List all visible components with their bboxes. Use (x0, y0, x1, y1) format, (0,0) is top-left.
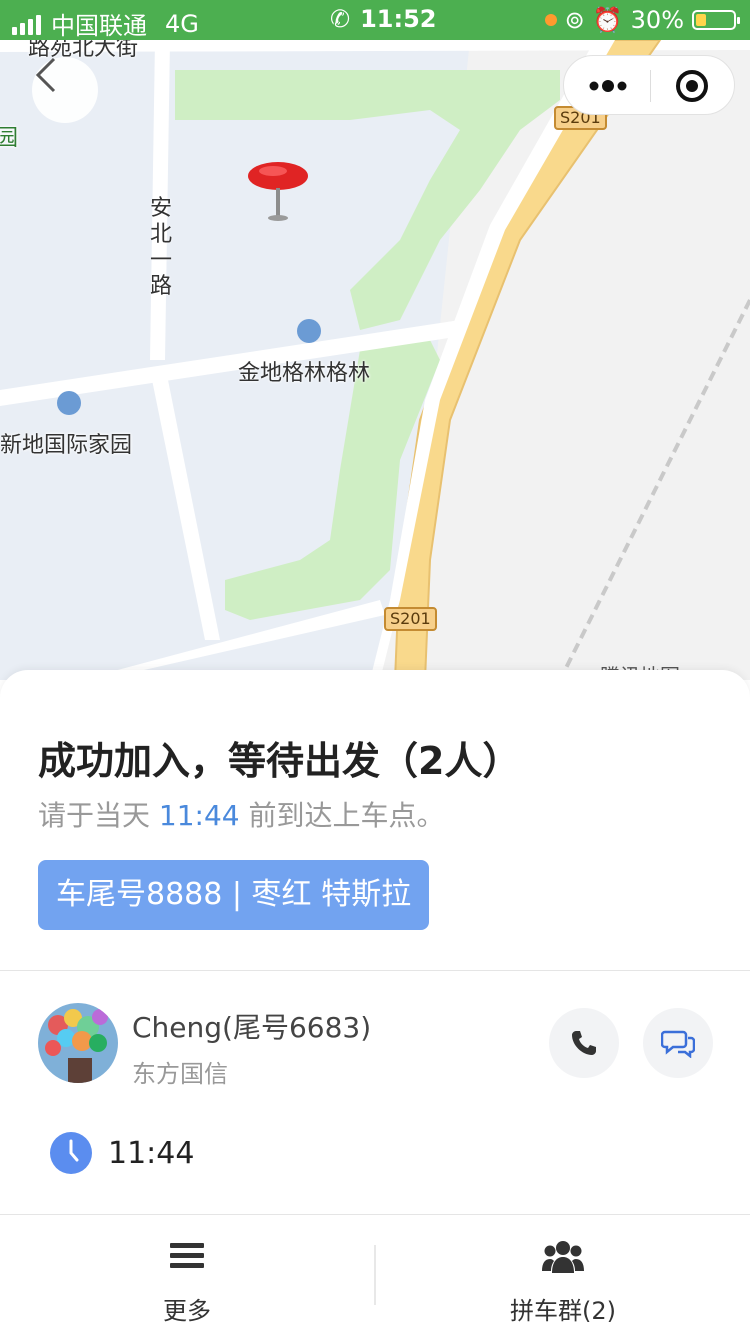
arrival-suffix: 前到达上车点。 (248, 799, 445, 832)
departure-time-row: 11:44 (50, 1132, 194, 1174)
trip-status-card: 成功加入，等待出发（2人） 请于当天 11:44 前到达上车点。 车尾号8888… (0, 670, 750, 1215)
map-label-left-edge: 园 (0, 126, 19, 151)
map-label-road: 安北一路 (150, 196, 173, 299)
carpool-group-tab[interactable]: 拼车群(2) (376, 1215, 750, 1335)
clock-time: 11:52 (360, 5, 437, 33)
map-canvas (0, 40, 750, 680)
target-icon[interactable] (674, 68, 710, 104)
battery-percent: 30% (630, 6, 684, 34)
carrier-name: 中国联通 (51, 12, 147, 40)
capsule-divider (650, 70, 651, 102)
avatar[interactable] (38, 1003, 118, 1083)
phone-icon (572, 1031, 596, 1055)
phone-call-icon: ✆ (330, 5, 351, 33)
status-title: 成功加入，等待出发（2人） (38, 739, 521, 783)
highway-badge-bottom: S201 (384, 607, 437, 631)
arrival-instruction: 请于当天 11:44 前到达上车点。 (38, 794, 445, 834)
clock-icon (50, 1132, 92, 1174)
recording-dot-icon (544, 14, 557, 26)
divider (0, 970, 750, 971)
network-type: 4G (165, 9, 199, 38)
departure-time: 11:44 (108, 1135, 195, 1171)
carpool-group-label: 拼车群(2) (510, 1297, 616, 1325)
arrival-time: 11:44 (158, 799, 240, 832)
back-icon (35, 57, 56, 93)
map-view[interactable]: 路苑北大街 园 安北一路 金地格林格林 新地国际家园 S201 S201 腾讯地… (0, 40, 750, 680)
driver-name: Cheng(尾号6683) (132, 1011, 372, 1044)
driver-company: 东方国信 (132, 1060, 228, 1088)
miniprogram-capsule (563, 55, 735, 115)
arrival-prefix: 请于当天 (38, 799, 151, 832)
group-icon (542, 1241, 584, 1273)
battery-icon (692, 10, 740, 30)
chat-icon (661, 1030, 695, 1058)
call-driver-button[interactable] (549, 1008, 619, 1078)
menu-icon (170, 1243, 204, 1268)
rotation-lock-icon: ⊚ (564, 6, 585, 34)
message-driver-button[interactable] (643, 1008, 713, 1078)
car-info-badge: 车尾号8888 | 枣红 特斯拉 (38, 860, 430, 930)
signal-icon (12, 13, 41, 35)
map-label-poi-xindi: 新地国际家园 (0, 433, 133, 458)
more-tab[interactable]: 更多 (0, 1215, 374, 1335)
map-pin-icon (248, 162, 308, 221)
back-button[interactable] (32, 57, 98, 123)
bottom-tab-bar: 更多 拼车群(2) (0, 1214, 750, 1335)
more-tab-label: 更多 (163, 1297, 211, 1325)
map-label-poi-jindi: 金地格林格林 (238, 361, 371, 386)
status-bar: 中国联通 4G ✆ 11:52 ⊚ ⏰ 30% (0, 0, 750, 40)
more-dots-icon[interactable] (586, 74, 630, 98)
alarm-icon: ⏰ (592, 6, 623, 34)
